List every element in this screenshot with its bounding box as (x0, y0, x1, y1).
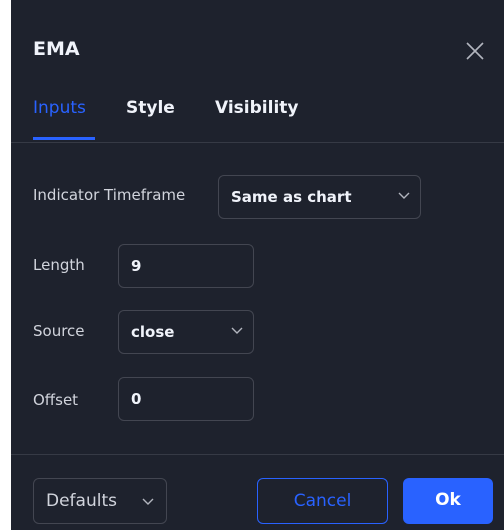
source-select[interactable]: close (118, 310, 254, 354)
header-divider (11, 142, 504, 143)
defaults-button[interactable]: Defaults (33, 478, 167, 524)
chevron-down-icon (231, 327, 243, 334)
offset-input[interactable]: 0 (118, 377, 254, 421)
indicator-settings-dialog: EMA Inputs Style Visibility Indicator Ti… (11, 0, 504, 530)
length-input[interactable]: 9 (118, 244, 254, 288)
source-label: Source (33, 322, 85, 340)
tab-style[interactable]: Style (126, 98, 175, 118)
cancel-button[interactable]: Cancel (257, 478, 388, 524)
timeframe-value: Same as chart (231, 188, 352, 206)
timeframe-select[interactable]: Same as chart (218, 175, 421, 219)
timeframe-label: Indicator Timeframe (33, 186, 186, 204)
tab-inputs[interactable]: Inputs (33, 98, 86, 118)
length-label: Length (33, 256, 85, 274)
close-icon[interactable] (463, 39, 487, 63)
offset-label: Offset (33, 391, 79, 409)
active-tab-indicator (33, 137, 95, 140)
defaults-label: Defaults (46, 491, 117, 511)
footer-divider (11, 454, 504, 455)
chevron-down-icon (398, 192, 410, 199)
ok-button[interactable]: Ok (403, 478, 493, 524)
tab-visibility[interactable]: Visibility (215, 98, 299, 118)
chevron-down-icon (142, 498, 154, 505)
source-value: close (131, 323, 175, 341)
offset-value: 0 (131, 390, 142, 408)
length-value: 9 (131, 257, 142, 275)
dialog-title: EMA (33, 38, 80, 60)
